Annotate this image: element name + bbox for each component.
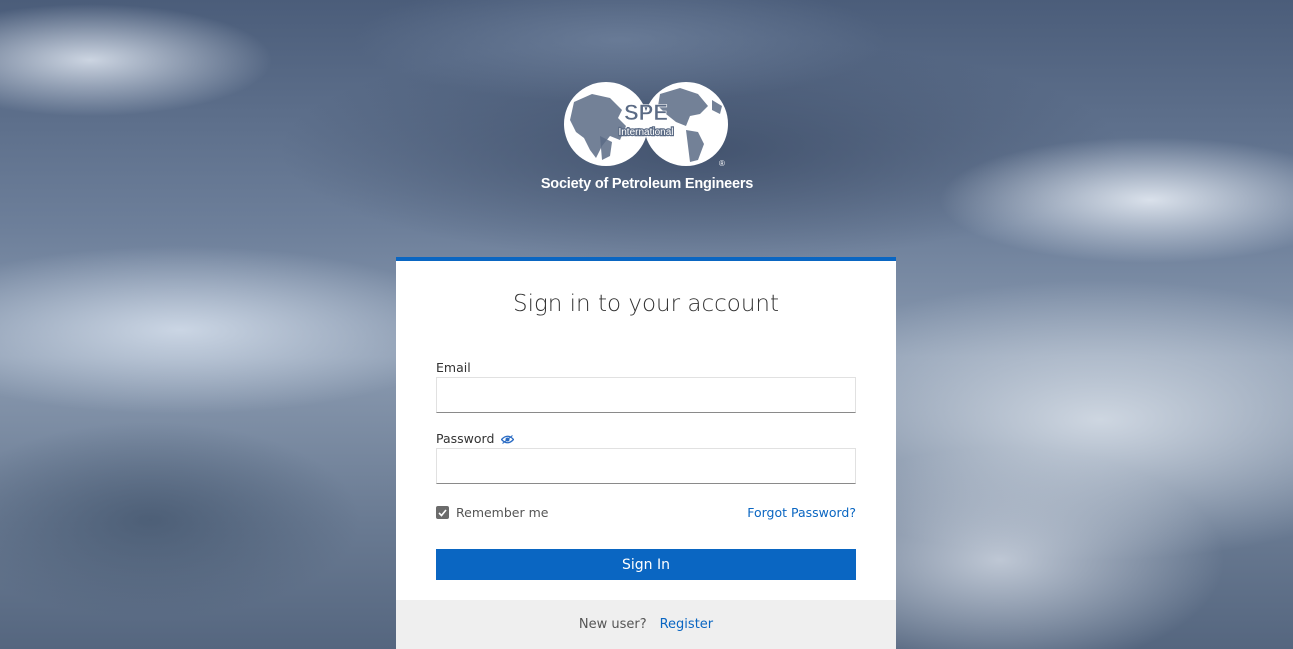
login-page: SPE International ® Society of Petroleum… <box>0 0 1293 649</box>
forgot-password-link[interactable]: Forgot Password? <box>747 505 856 520</box>
spe-globe-logo-icon: SPE International ® <box>564 82 728 168</box>
eye-icon[interactable] <box>500 432 515 447</box>
spe-logo: SPE International ® Society of Petroleum… <box>540 80 754 198</box>
new-user-text: New user? <box>578 617 647 632</box>
page-title: Sign in to your account <box>512 291 780 317</box>
logo-org-name: Society of Petroleum Engineers <box>540 176 754 192</box>
password-label-row: Password <box>436 431 515 447</box>
register-footer: New user? Register <box>396 600 896 649</box>
password-label: Password <box>436 431 495 446</box>
logo-international-text: International <box>618 127 673 138</box>
password-field[interactable] <box>436 448 856 484</box>
login-card: Sign in to your account Email Password R… <box>396 257 896 649</box>
remember-me-label: Remember me <box>456 505 549 520</box>
logo-spe-text: SPE <box>624 100 668 125</box>
register-link[interactable]: Register <box>660 617 714 632</box>
email-label: Email <box>436 360 471 375</box>
email-field[interactable] <box>436 377 856 413</box>
registered-mark: ® <box>719 159 725 168</box>
remember-me-checkbox[interactable] <box>436 506 449 519</box>
remember-me-row[interactable]: Remember me <box>436 505 548 520</box>
check-icon <box>438 508 447 517</box>
sign-in-button[interactable]: Sign In <box>436 549 856 580</box>
